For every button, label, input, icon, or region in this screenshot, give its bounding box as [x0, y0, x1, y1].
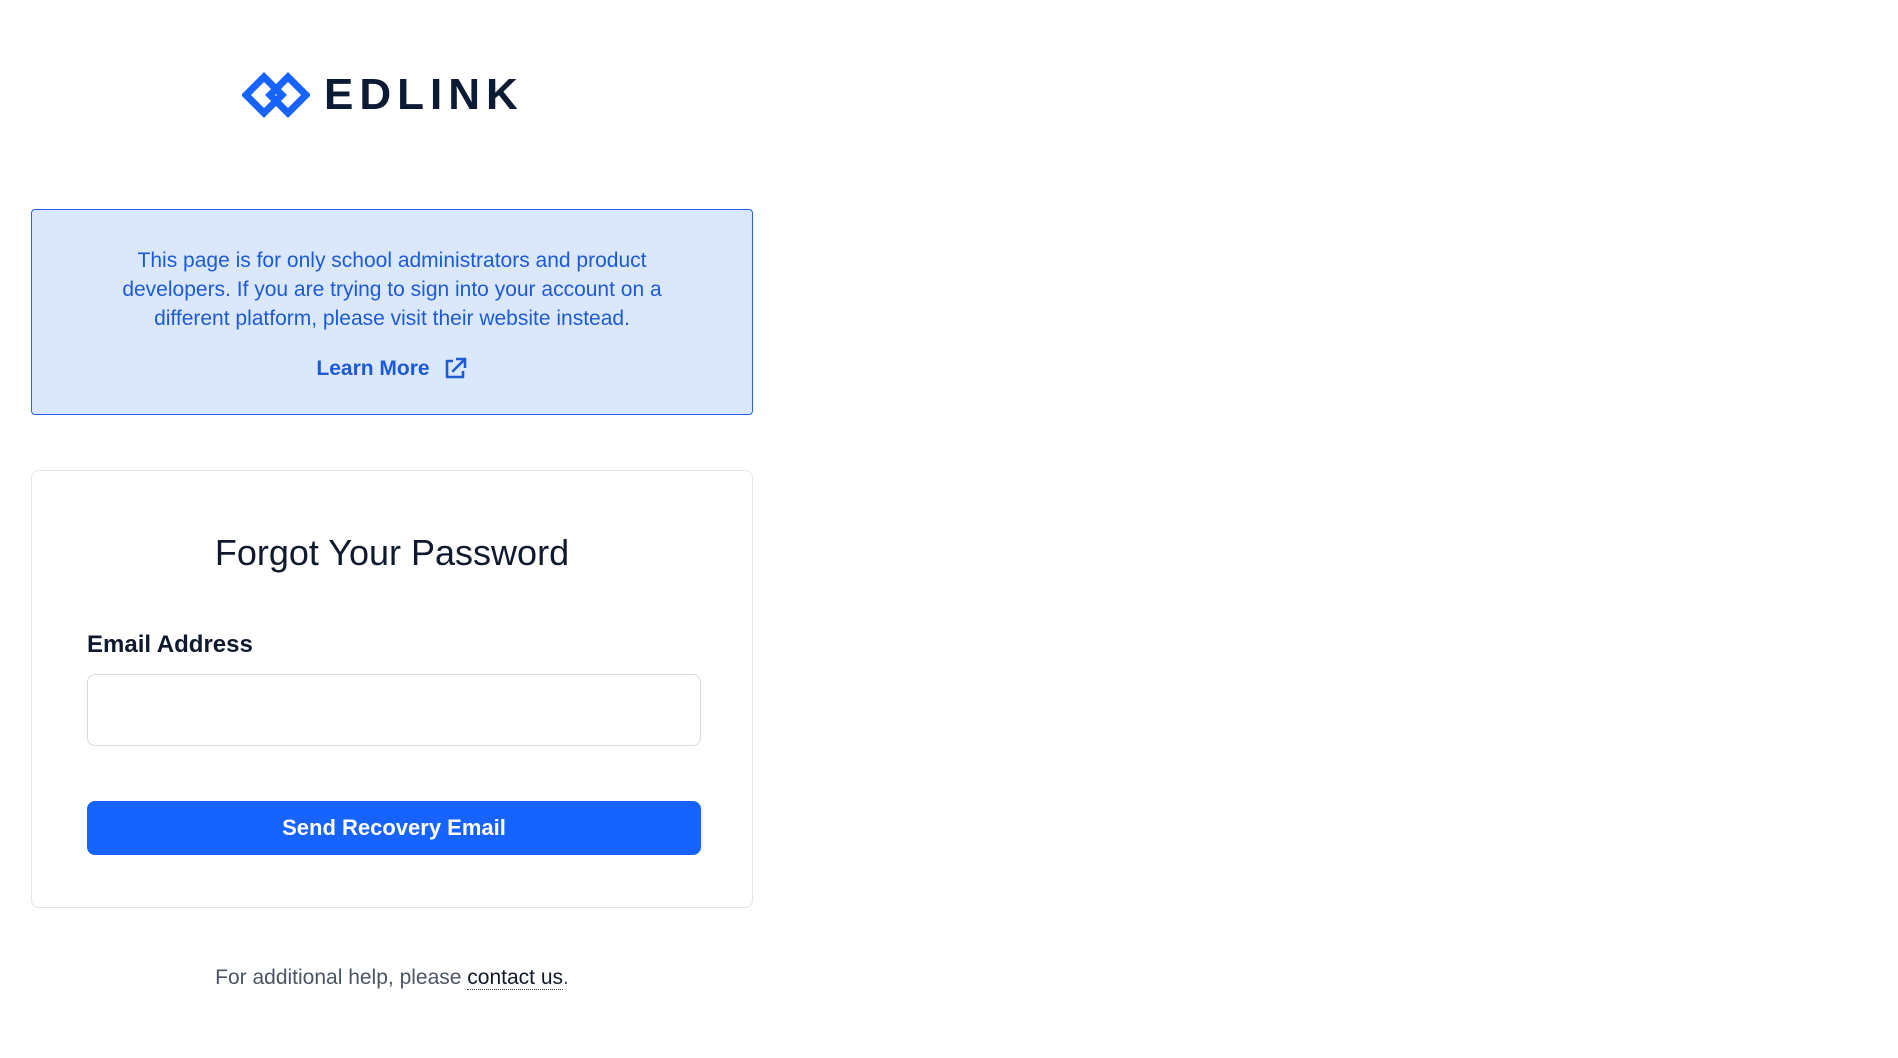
admin-notice: This page is for only school administrat… — [31, 209, 753, 415]
email-label: Email Address — [87, 631, 253, 658]
forgot-password-card: Forgot Your Password Email Address Send … — [31, 470, 753, 908]
external-link-icon — [445, 357, 466, 379]
email-field[interactable] — [87, 674, 701, 746]
learn-more-link[interactable]: Learn More — [32, 356, 752, 382]
contact-us-link[interactable]: contact us — [467, 966, 564, 990]
page-title: Forgot Your Password — [214, 532, 570, 573]
edlink-logo[interactable]: EDLINK — [242, 67, 524, 123]
learn-more-label: Learn More — [316, 357, 430, 380]
notice-text: This page is for only school administrat… — [122, 249, 662, 330]
edlink-logo-icon — [242, 72, 310, 118]
help-text: For additional help, please contact us. — [31, 966, 753, 990]
help-prefix: For additional help, please — [215, 966, 468, 989]
send-recovery-email-button[interactable]: Send Recovery Email — [87, 801, 701, 855]
help-suffix: . — [563, 966, 569, 989]
brand-name: EDLINK — [324, 70, 524, 119]
